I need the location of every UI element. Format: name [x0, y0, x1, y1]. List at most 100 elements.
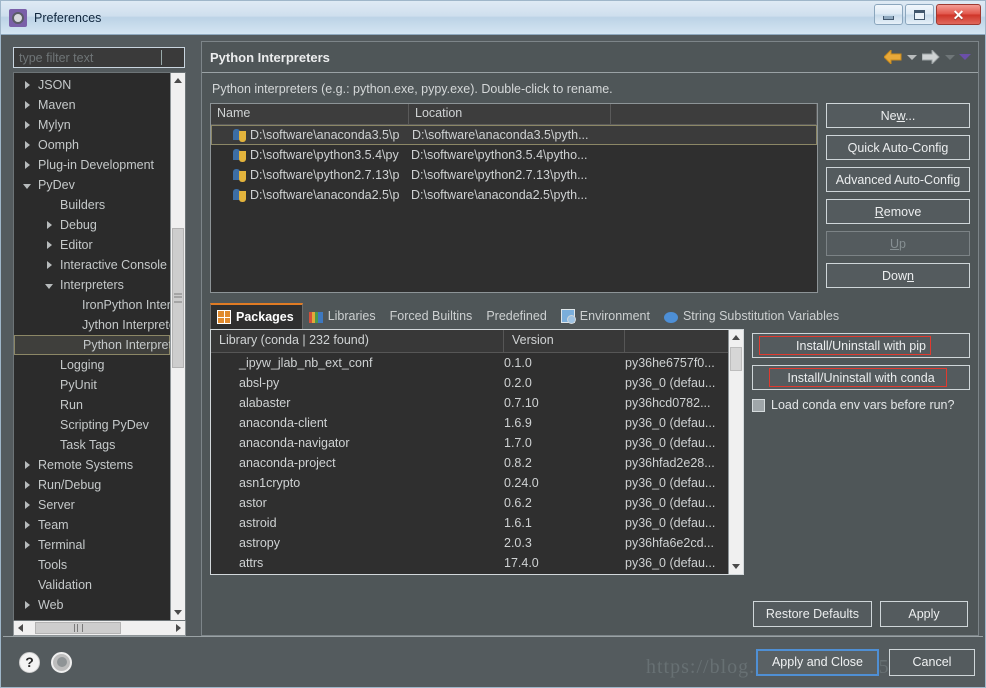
sidebar-item-scripting-pydev[interactable]: Scripting PyDev — [14, 415, 170, 435]
column-location[interactable]: Location — [409, 104, 611, 124]
sidebar-item-remote-systems[interactable]: Remote Systems — [14, 455, 170, 475]
sidebar-item-maven[interactable]: Maven — [14, 95, 170, 115]
chevron-right-icon[interactable] — [42, 241, 56, 249]
install-uninstall-conda-button[interactable]: Install/Uninstall with conda — [752, 365, 970, 390]
chevron-right-icon[interactable] — [20, 521, 34, 529]
restore-defaults-button[interactable]: Restore Defaults — [752, 601, 872, 627]
package-row[interactable]: asn1crypto 0.24.0 py36_0 (defau... — [211, 473, 728, 493]
sidebar-item-tools[interactable]: Tools — [14, 555, 170, 575]
chevron-right-icon[interactable] — [20, 601, 34, 609]
chevron-right-icon[interactable] — [20, 101, 34, 109]
sidebar-item-plug-in-development[interactable]: Plug-in Development — [14, 155, 170, 175]
sidebar-item-jython-interpreter[interactable]: Jython Interpreter — [14, 315, 170, 335]
package-row[interactable]: anaconda-client 1.6.9 py36_0 (defau... — [211, 413, 728, 433]
tab-predefined[interactable]: Predefined — [480, 303, 554, 329]
chevron-right-icon[interactable] — [20, 541, 34, 549]
maximize-button[interactable] — [905, 4, 934, 25]
packages-table[interactable]: Library (conda | 232 found) Version _ipy… — [210, 329, 744, 575]
scroll-up-button[interactable] — [171, 73, 185, 88]
sidebar-item-interactive-console[interactable]: Interactive Console — [14, 255, 170, 275]
chevron-down-icon[interactable] — [20, 181, 34, 189]
chevron-right-icon[interactable] — [20, 161, 34, 169]
sidebar-item-task-tags[interactable]: Task Tags — [14, 435, 170, 455]
sidebar-item-logging[interactable]: Logging — [14, 355, 170, 375]
interpreter-row[interactable]: D:\software\python2.7.13\p D:\software\py… — [211, 165, 817, 185]
new-button[interactable]: New... — [826, 103, 970, 128]
down-button[interactable]: Down — [826, 263, 970, 288]
back-dropdown-icon[interactable] — [905, 46, 919, 68]
preferences-tree[interactable]: JSON Maven Mylyn Oomph Plug-in Development Py… — [13, 72, 186, 621]
sidebar-item-run[interactable]: Run — [14, 395, 170, 415]
quick-auto-config-button[interactable]: Quick Auto-Config — [826, 135, 970, 160]
sidebar-item-oomph[interactable]: Oomph — [14, 135, 170, 155]
tab-packages[interactable]: Packages — [210, 303, 303, 329]
sidebar-item-interpreters[interactable]: Interpreters — [14, 275, 170, 295]
column-extra[interactable] — [611, 104, 817, 124]
column-build[interactable] — [625, 330, 728, 352]
filter-input[interactable]: type filter text — [13, 47, 185, 68]
sidebar-item-web[interactable]: Web — [14, 595, 170, 615]
package-row[interactable]: absl-py 0.2.0 py36_0 (defau... — [211, 373, 728, 393]
sidebar-item-debug[interactable]: Debug — [14, 215, 170, 235]
chevron-right-icon[interactable] — [20, 501, 34, 509]
checkbox-icon[interactable] — [752, 398, 765, 412]
back-arrow-icon[interactable] — [882, 46, 904, 68]
interpreters-table[interactable]: Name Location D:\software\anaconda3.5\p D… — [210, 103, 818, 293]
sidebar-item-json[interactable]: JSON — [14, 75, 170, 95]
package-row[interactable]: astropy 2.0.3 py36hfa6e2cd... — [211, 533, 728, 553]
chevron-right-icon[interactable] — [20, 81, 34, 89]
tree-hscroll-thumb[interactable] — [35, 622, 121, 634]
sidebar-item-run-debug[interactable]: Run/Debug — [14, 475, 170, 495]
column-version[interactable]: Version — [504, 330, 625, 352]
advanced-auto-config-button[interactable]: Advanced Auto-Config — [826, 167, 970, 192]
packages-scroll-thumb[interactable] — [730, 347, 742, 371]
tree-scroll-thumb[interactable] — [172, 228, 184, 368]
chevron-right-icon[interactable] — [42, 261, 56, 269]
packages-vertical-scrollbar[interactable] — [728, 330, 743, 574]
package-row[interactable]: anaconda-project 0.8.2 py36hfad2e28... — [211, 453, 728, 473]
help-icon[interactable]: ? — [19, 651, 40, 673]
sidebar-item-team[interactable]: Team — [14, 515, 170, 535]
tree-horizontal-scrollbar[interactable] — [13, 621, 186, 636]
triangle-right-icon[interactable] — [176, 624, 181, 632]
sidebar-item-editor[interactable]: Editor — [14, 235, 170, 255]
tab-libraries[interactable]: Libraries — [303, 303, 384, 329]
settings-circle-icon[interactable] — [51, 651, 72, 673]
package-row[interactable]: _ipyw_jlab_nb_ext_conf 0.1.0 py36he6757f0.… — [211, 353, 728, 373]
chevron-right-icon[interactable] — [42, 221, 56, 229]
package-row[interactable]: anaconda-navigator 1.7.0 py36_0 (defau... — [211, 433, 728, 453]
sidebar-item-server[interactable]: Server — [14, 495, 170, 515]
forward-arrow-icon[interactable] — [920, 46, 942, 68]
chevron-right-icon[interactable] — [20, 121, 34, 129]
sidebar-item-python-interpreter[interactable]: Python Interpreter — [14, 335, 170, 355]
tree-vertical-scrollbar[interactable] — [170, 73, 185, 620]
sidebar-item-terminal[interactable]: Terminal — [14, 535, 170, 555]
column-library[interactable]: Library (conda | 232 found) — [211, 330, 504, 352]
sidebar-item-ironpython-interpreter[interactable]: IronPython Interpreter — [14, 295, 170, 315]
tab-environment[interactable]: Environment — [555, 303, 658, 329]
chevron-right-icon[interactable] — [20, 141, 34, 149]
remove-button[interactable]: Remove — [826, 199, 970, 224]
interpreter-row[interactable]: D:\software\python3.5.4\py D:\software\py… — [211, 145, 817, 165]
package-row[interactable]: alabaster 0.7.10 py36hcd0782... — [211, 393, 728, 413]
apply-button[interactable]: Apply — [880, 601, 968, 627]
packages-scroll-down-button[interactable] — [729, 559, 743, 574]
sidebar-item-builders[interactable]: Builders — [14, 195, 170, 215]
package-row[interactable]: astroid 1.6.1 py36_0 (defau... — [211, 513, 728, 533]
interpreter-row[interactable]: D:\software\anaconda2.5\p D:\software\ana… — [211, 185, 817, 205]
sidebar-item-mylyn[interactable]: Mylyn — [14, 115, 170, 135]
cancel-button[interactable]: Cancel — [889, 648, 975, 676]
packages-scroll-up-button[interactable] — [729, 330, 743, 345]
interpreter-row[interactable]: D:\software\anaconda3.5\p D:\software\ana… — [211, 125, 817, 145]
triangle-left-icon[interactable] — [18, 624, 23, 632]
tab-forced-builtins[interactable]: Forced Builtins — [384, 303, 481, 329]
close-button[interactable]: ✕ — [936, 4, 981, 25]
chevron-right-icon[interactable] — [20, 461, 34, 469]
minimize-button[interactable] — [874, 4, 903, 25]
chevron-down-icon[interactable] — [42, 281, 56, 289]
install-uninstall-pip-button[interactable]: Install/Uninstall with pip — [752, 333, 970, 358]
scroll-down-button[interactable] — [171, 605, 185, 620]
sidebar-item-validation[interactable]: Validation — [14, 575, 170, 595]
package-row[interactable]: attrs 17.4.0 py36_0 (defau... — [211, 553, 728, 573]
view-menu-icon[interactable] — [958, 46, 972, 68]
